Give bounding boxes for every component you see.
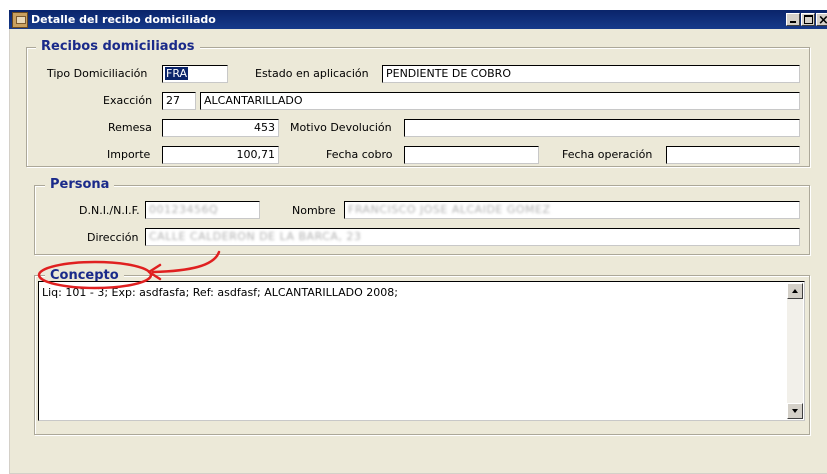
fecha-cobro-label: Fecha cobro: [326, 148, 393, 161]
importe-label: Importe: [107, 148, 151, 161]
tipo-domiciliacion-value: FRA: [165, 67, 189, 80]
fecha-operacion-label: Fecha operación: [562, 148, 653, 161]
app-icon: [12, 12, 28, 28]
importe-field[interactable]: 100,71: [162, 146, 279, 164]
concepto-textarea[interactable]: Liq: 101 - 3; Exp: asdfasfa; Ref: asdfas…: [38, 281, 805, 421]
motivo-devolucion-field[interactable]: [404, 119, 800, 137]
scroll-up-icon[interactable]: [787, 283, 803, 299]
exaccion-description-field[interactable]: ALCANTARILLADO: [200, 92, 800, 110]
recibos-legend: Recibos domiciliados: [36, 39, 200, 55]
concepto-text: Liq: 101 - 3; Exp: asdfasfa; Ref: asdfas…: [42, 286, 398, 299]
nombre-label: Nombre: [292, 204, 336, 217]
estado-aplicacion-label: Estado en aplicación: [255, 67, 369, 80]
direccion-label: Dirección: [87, 231, 139, 244]
minimize-icon[interactable]: [786, 13, 800, 26]
nombre-field[interactable]: FRANCISCO JOSE ALCAIDE GOMEZ: [344, 201, 800, 219]
remesa-field[interactable]: 453: [162, 119, 279, 137]
exaccion-label: Exacción: [103, 94, 153, 107]
maximize-icon[interactable]: [801, 13, 815, 26]
title-bar[interactable]: Detalle del recibo domiciliado: [9, 10, 827, 30]
tipo-domiciliacion-label: Tipo Domiciliación: [47, 67, 148, 80]
nombre-value: FRANCISCO JOSE ALCAIDE GOMEZ: [348, 203, 551, 216]
fecha-operacion-field[interactable]: [666, 146, 800, 164]
exaccion-code-field[interactable]: 27: [162, 92, 196, 110]
window-title: Detalle del recibo domiciliado: [31, 13, 216, 26]
scroll-down-icon[interactable]: [787, 403, 803, 419]
dni-value: 00123456Q: [149, 203, 219, 216]
fecha-cobro-field[interactable]: [404, 146, 539, 164]
remesa-label: Remesa: [108, 121, 152, 134]
dni-field[interactable]: 00123456Q: [145, 201, 260, 219]
concepto-scrollbar[interactable]: [787, 283, 803, 419]
estado-aplicacion-field[interactable]: PENDIENTE DE COBRO: [382, 65, 800, 83]
tipo-domiciliacion-field[interactable]: FRA: [162, 65, 228, 83]
direccion-field[interactable]: CALLE CALDERON DE LA BARCA, 23: [145, 228, 800, 246]
persona-legend: Persona: [45, 177, 115, 193]
motivo-devolucion-label: Motivo Devolución: [290, 121, 392, 134]
direccion-value: CALLE CALDERON DE LA BARCA, 23: [149, 230, 362, 243]
close-icon[interactable]: [816, 11, 827, 30]
dni-label: D.N.I./N.I.F.: [79, 204, 140, 217]
